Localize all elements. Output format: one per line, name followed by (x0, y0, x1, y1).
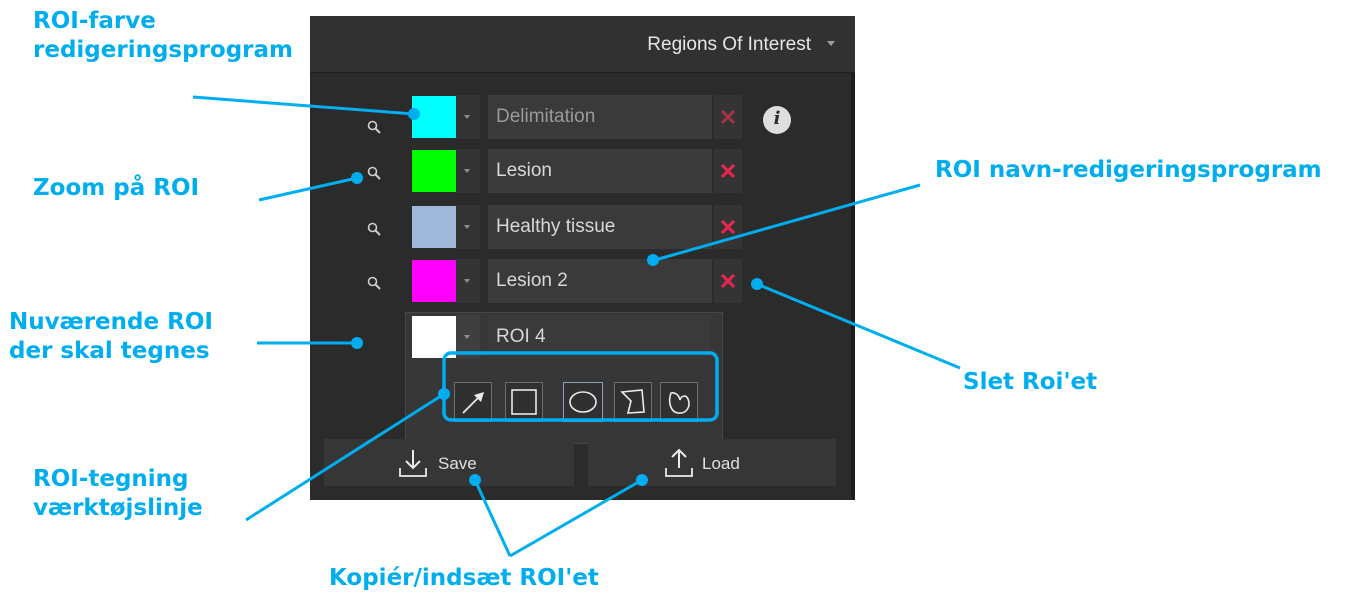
marker-dot (469, 474, 481, 486)
annotation-line: der skal tegnes (9, 338, 210, 364)
leader-line-color-editor (192, 95, 415, 116)
leader-line-zoom (258, 176, 358, 202)
leader-line-save (473, 479, 512, 557)
annotation-current-roi: Nuværende ROI der skal tegnes (9, 308, 213, 366)
toolbar-highlight-box (442, 351, 719, 422)
annotation-line: ROI-farve (33, 8, 156, 34)
annotation-overlay (192, 95, 961, 558)
annotation-zoom: Zoom på ROI (33, 175, 200, 201)
leader-line-name-editor (654, 183, 921, 262)
marker-dot (408, 108, 420, 120)
annotation-name-editor: ROI navn-redigeringsprogram (935, 157, 1322, 183)
marker-dot (351, 172, 363, 184)
marker-dot (647, 254, 659, 266)
leader-line-delete (756, 282, 961, 370)
annotation-color-editor: ROI-farve redigeringsprogram (33, 7, 293, 65)
marker-dot (438, 388, 450, 400)
annotation-line: Nuværende ROI (9, 309, 213, 335)
leader-line-toolbar (245, 392, 445, 522)
annotation-toolbar: ROI-tegning værktøjslinje (33, 465, 203, 523)
marker-dot (351, 337, 363, 349)
leader-line-load (509, 478, 643, 558)
annotation-delete: Slet Roi'et (963, 369, 1098, 395)
annotation-line: redigeringsprogram (33, 37, 294, 63)
annotation-line: ROI-tegning (33, 466, 189, 492)
marker-dot (751, 278, 763, 290)
marker-dot (636, 474, 648, 486)
annotation-copy-paste: Kopiér/indsæt ROI'et (329, 565, 599, 591)
annotation-line: værktøjslinje (33, 495, 203, 521)
